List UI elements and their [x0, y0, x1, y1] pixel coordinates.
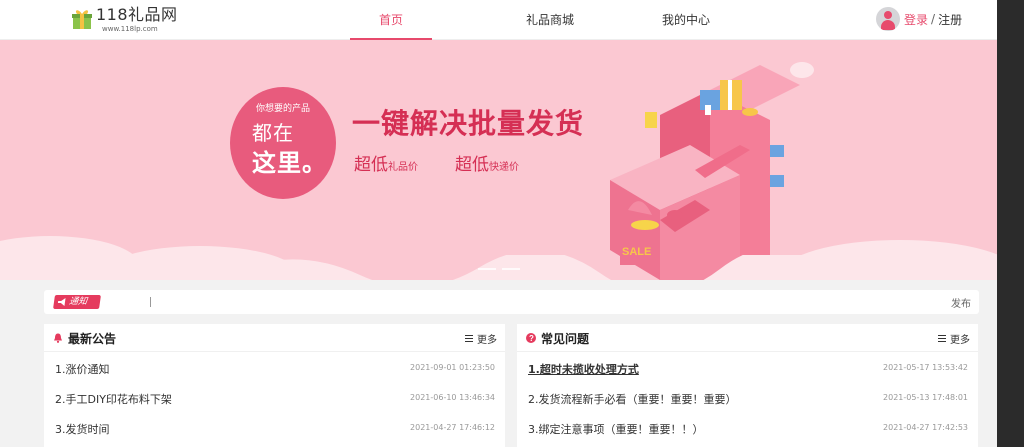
- promo-bubble: 你想要的产品 都在 这里。: [230, 87, 336, 199]
- nav-gift-mall[interactable]: 礼品商城: [482, 0, 618, 40]
- notice-ticker-text[interactable]: 发布: [951, 295, 971, 310]
- more-label: 更多: [477, 335, 497, 346]
- faq-question[interactable]: 1.超时未揽收处理方式: [528, 361, 639, 377]
- faq-panel: ? 常见问题 更多 1.超时未揽收处理方式 2021-05-17 13:53:4…: [517, 324, 978, 447]
- faq-more-button[interactable]: 更多: [938, 331, 970, 346]
- top-header: 118礼品网 www.118lp.com 首页 礼品商城 我的中心 登录 / 注…: [0, 0, 997, 40]
- announcement-item[interactable]: 2.手工DIY印花布料下架 2021-06-10 13:46:34: [52, 382, 497, 412]
- user-area: 登录 / 注册: [876, 7, 962, 31]
- announcement-title[interactable]: 1.涨价通知: [55, 361, 110, 377]
- nav-my-center[interactable]: 我的中心: [618, 0, 754, 40]
- megaphone-icon: [57, 298, 66, 306]
- price-gift-small: 礼品价: [388, 162, 418, 173]
- price-shipping: 超低快递价: [455, 150, 519, 175]
- faq-item[interactable]: 2.发货流程新手必看（重要！重要！重要） 2021-05-13 17:48:01: [525, 382, 970, 412]
- announcements-header: 最新公告 更多: [44, 324, 505, 352]
- carousel-dot[interactable]: [502, 268, 520, 270]
- site-logo[interactable]: 118礼品网 www.118lp.com: [72, 6, 178, 34]
- price-shipping-small: 快递价: [489, 162, 519, 173]
- faq-date: 2021-04-27 17:42:53: [883, 423, 968, 432]
- announcement-item[interactable]: 1.涨价通知 2021-09-01 01:23:50: [52, 352, 497, 382]
- notice-tag: 通知: [53, 295, 101, 309]
- bell-icon: [54, 333, 62, 343]
- notice-tag-label: 通知: [68, 297, 88, 307]
- login-link[interactable]: 登录: [904, 11, 928, 28]
- list-icon: [938, 335, 946, 342]
- announcement-date: 2021-04-27 17:46:12: [410, 423, 495, 432]
- carousel-indicators: [478, 268, 520, 270]
- more-label: 更多: [950, 335, 970, 346]
- announcement-date: 2021-09-01 01:23:50: [410, 363, 495, 372]
- announcement-date: 2021-06-10 13:46:34: [410, 393, 495, 402]
- faq-date: 2021-05-13 17:48:01: [883, 393, 968, 402]
- bubble-line-2: 这里。: [252, 149, 327, 177]
- page: 118礼品网 www.118lp.com 首页 礼品商城 我的中心 登录 / 注…: [0, 0, 997, 447]
- logo-url: www.118lp.com: [102, 25, 158, 33]
- announcements-more-button[interactable]: 更多: [465, 331, 497, 346]
- faq-item[interactable]: 1.超时未揽收处理方式 2021-05-17 13:53:42: [525, 352, 970, 382]
- announcement-title[interactable]: 2.手工DIY印花布料下架: [55, 391, 172, 407]
- faq-item[interactable]: 3.绑定注意事项（重要！重要！！） 2021-04-27 17:42:53: [525, 412, 970, 442]
- gift-box-icon: [72, 10, 92, 29]
- register-link[interactable]: 注册: [938, 11, 962, 28]
- price-shipping-big: 超低: [455, 155, 489, 175]
- main-nav: 首页 礼品商城 我的中心: [350, 0, 754, 40]
- nav-home[interactable]: 首页: [350, 0, 432, 40]
- hero-banner[interactable]: 你想要的产品 都在 这里。 一键解决批量发货 超低礼品价 超低快递价 SALE: [0, 40, 997, 280]
- faq-date: 2021-05-17 13:53:42: [883, 363, 968, 372]
- carousel-dot[interactable]: [478, 268, 496, 270]
- logo-title: 118礼品网: [96, 5, 178, 24]
- svg-text:?: ?: [529, 334, 534, 343]
- announcement-title[interactable]: 3.发货时间: [55, 421, 110, 437]
- list-icon: [465, 335, 473, 342]
- announcement-item[interactable]: 3.发货时间 2021-04-27 17:46:12: [52, 412, 497, 442]
- announcements-panel: 最新公告 更多 1.涨价通知 2021-09-01 01:23:50 2.手工D…: [44, 324, 505, 447]
- notice-divider: [150, 297, 151, 307]
- faq-title: 常见问题: [541, 332, 590, 346]
- announcements-title: 最新公告: [68, 332, 117, 346]
- faq-question[interactable]: 3.绑定注意事项（重要！重要！！）: [528, 421, 704, 437]
- faq-header: ? 常见问题 更多: [517, 324, 978, 352]
- question-circle-icon: ?: [526, 333, 536, 343]
- banner-headline: 一键解决批量发货: [352, 107, 585, 140]
- bubble-line-1: 都在: [252, 121, 294, 145]
- faq-question[interactable]: 2.发货流程新手必看（重要！重要！重要）: [528, 391, 737, 407]
- bubble-subtitle: 你想要的产品: [255, 104, 310, 114]
- notice-bar: 通知 发布: [44, 290, 979, 314]
- window-edge: [997, 0, 1024, 447]
- shopping-building-illustration: SALE: [610, 65, 800, 280]
- avatar-icon[interactable]: [876, 7, 900, 31]
- price-gift: 超低礼品价: [354, 150, 418, 175]
- price-gift-big: 超低: [354, 155, 388, 175]
- separator: /: [931, 12, 936, 26]
